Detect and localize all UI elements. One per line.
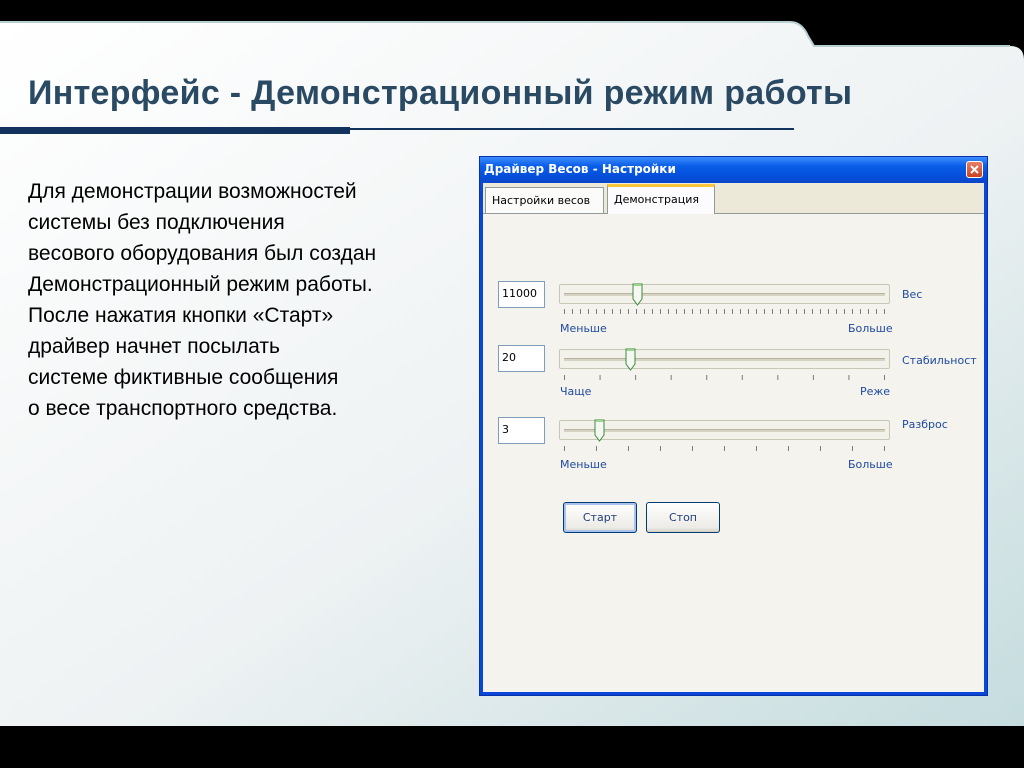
stability-value-field[interactable]: 20: [498, 345, 545, 372]
weight-slider-thumb[interactable]: [632, 283, 643, 306]
weight-slider-ticks: [564, 309, 885, 314]
spread-value-field[interactable]: 3: [498, 417, 545, 444]
spread-slider-thumb[interactable]: [594, 419, 605, 442]
close-icon: [970, 165, 979, 174]
weight-max-label: Больше: [848, 322, 893, 335]
body-line: системы без подключения: [28, 211, 285, 234]
driver-settings-dialog: Драйвер Весов - Настройки Настройки весо…: [479, 156, 988, 696]
stability-max-label: Реже: [860, 385, 891, 398]
spread-slider-ticks: [564, 446, 885, 451]
stability-slider-thumb[interactable]: [625, 348, 636, 371]
title-underline: [0, 127, 350, 134]
stability-label: Стабильност: [902, 354, 977, 367]
slide-title: Интерфейс - Демонстрационный режим работ…: [28, 74, 853, 112]
demo-tab-panel: 11000 Меньше Больше Вес 20 Чаще Реже Ста…: [483, 213, 984, 692]
stability-slider[interactable]: [559, 348, 890, 371]
tab-scale-settings[interactable]: Настройки весов: [485, 187, 604, 213]
body-line: Демонстрационный режим работы.: [28, 273, 373, 296]
close-button[interactable]: [966, 161, 983, 178]
dialog-client-area: Настройки весов Демонстрация 11000 Меньш…: [483, 183, 984, 692]
dialog-titlebar[interactable]: Драйвер Весов - Настройки: [480, 157, 987, 183]
weight-min-label: Меньше: [560, 322, 607, 335]
body-line: драйвер начнет посылать: [28, 335, 280, 358]
body-line: После нажатия кнопки «Старт»: [28, 304, 334, 327]
weight-slider[interactable]: [559, 283, 890, 306]
weight-value-field[interactable]: 11000: [498, 281, 545, 308]
stability-min-label: Чаще: [560, 385, 592, 398]
stop-button[interactable]: Стоп: [646, 502, 720, 533]
spread-max-label: Больше: [848, 458, 893, 471]
body-line: весового оборудования был создан: [28, 242, 377, 265]
body-line: Для демонстрации возможностей: [28, 180, 357, 203]
body-line: о весе транспортного средства.: [28, 397, 338, 420]
body-line: системе фиктивные сообщения: [28, 366, 339, 389]
slide-body-text: Для демонстрации возможностей системы бе…: [28, 176, 468, 424]
spread-min-label: Меньше: [560, 458, 607, 471]
stability-slider-ticks: [564, 375, 885, 380]
spread-label: Разброс: [902, 418, 948, 431]
tab-demo[interactable]: Демонстрация: [607, 184, 715, 214]
start-button[interactable]: Старт: [563, 502, 637, 533]
dialog-title: Драйвер Весов - Настройки: [484, 162, 676, 176]
title-underline-thin: [350, 128, 794, 130]
weight-label: Вес: [902, 288, 923, 301]
spread-slider[interactable]: [559, 419, 890, 442]
